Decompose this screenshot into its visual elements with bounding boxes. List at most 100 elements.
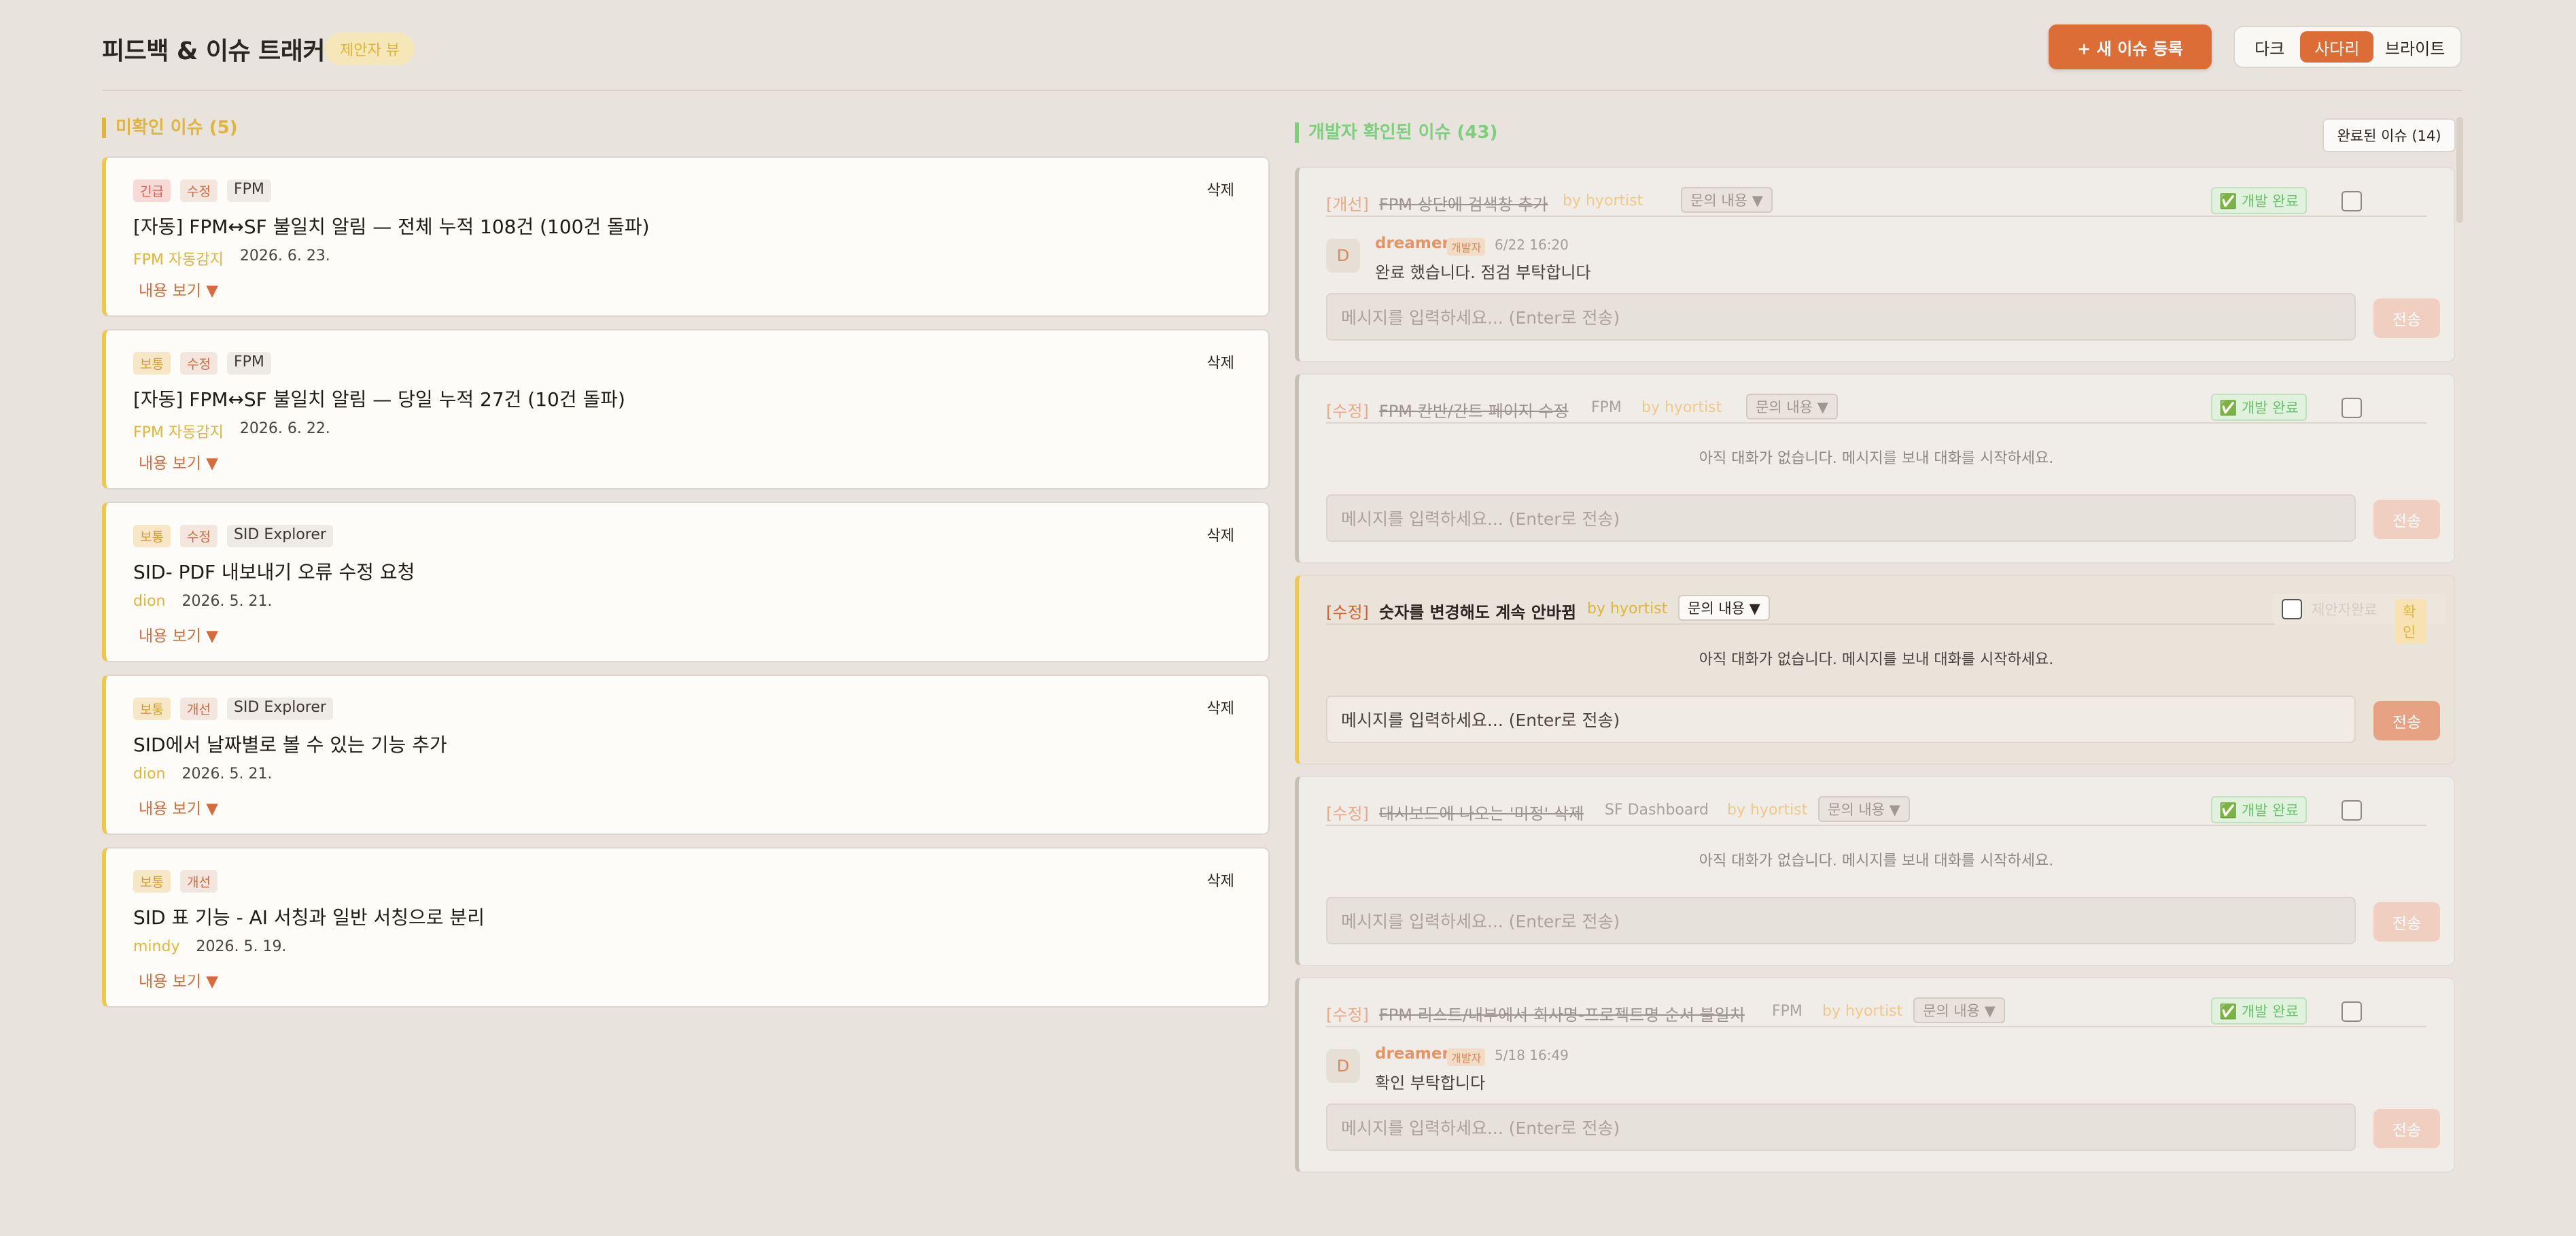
complete-checkbox[interactable]	[2342, 800, 2362, 821]
issue-title: 숫자를 변경해도 계속 안바뀜	[1379, 603, 1577, 622]
complete-checkbox[interactable]	[2342, 398, 2362, 418]
completed-issues-button[interactable]: 완료된 이슈 (14)	[2322, 118, 2456, 152]
show-content-toggle[interactable]: 내용 보기 ▼	[139, 968, 218, 991]
message-author: dreamer	[1375, 1045, 1450, 1063]
issue-date: 2026. 5. 21.	[181, 593, 273, 610]
dev-complete-badge: ✅ 개발 완료	[2211, 997, 2307, 1025]
type-tag: 수정	[179, 352, 217, 375]
issue-title: SID에서 날짜별로 볼 수 있는 기능 추가	[133, 734, 447, 756]
message-input[interactable]: 메시지를 입력하세요... (Enter로 전송)	[1326, 1103, 2356, 1151]
issue-card: 긴급 수정 FPM [자동] FPM↔SF 불일치 알림 — 전체 누적 108…	[102, 156, 1270, 317]
priority-tag: 긴급	[133, 179, 171, 202]
send-button[interactable]: 전송	[2373, 701, 2440, 740]
requester-complete-checkbox[interactable]	[2282, 599, 2302, 619]
message-time: 6/22 16:20	[1495, 237, 1569, 253]
type-tag: 개선	[179, 698, 217, 720]
show-content-toggle[interactable]: 내용 보기 ▼	[139, 277, 218, 301]
issue-card: 보통 수정 SID Explorer SID- PDF 내보내기 오류 수정 요…	[102, 502, 1270, 662]
role-badge: 개발자	[1447, 1048, 1486, 1066]
issue-type: [수정]	[1326, 804, 1369, 823]
complete-checkbox[interactable]	[2342, 1001, 2362, 1022]
message-input[interactable]: 메시지를 입력하세요... (Enter로 전송)	[1326, 293, 2356, 341]
issue-card: 보통 수정 FPM [자동] FPM↔SF 불일치 알림 — 당일 누적 27건…	[102, 329, 1270, 490]
scrollbar-thumb[interactable]	[2456, 117, 2463, 223]
theme-bright-button[interactable]: 브라이트	[2373, 31, 2456, 63]
issue-card: 보통 개선 SID 표 기능 - AI 서칭과 일반 서칭으로 분리 mindy…	[102, 847, 1270, 1008]
priority-tag: 보통	[133, 525, 171, 547]
inquiry-toggle[interactable]: 문의 내용 ▼	[1818, 796, 1910, 822]
empty-chat-text: 아직 대화가 없습니다. 메시지를 보내 대화를 시작하세요.	[1699, 853, 2054, 870]
unconfirmed-issues-heading: 미확인 이슈 (5)	[102, 118, 238, 138]
issue-project: FPM	[1591, 399, 1622, 416]
empty-chat-text: 아직 대화가 없습니다. 메시지를 보내 대화를 시작하세요.	[1699, 651, 2054, 668]
show-content-toggle[interactable]: 내용 보기 ▼	[139, 450, 218, 473]
issue-reporter: by hyortist	[1641, 399, 1722, 416]
issue-project: FPM	[1772, 1003, 1803, 1020]
message-text: 완료 했습니다. 점검 부탁합니다	[1375, 263, 1591, 282]
chat-message: D dreamer 개발자 5/18 16:49 확인 부탁합니다	[1326, 1042, 2426, 1097]
show-content-toggle[interactable]: 내용 보기 ▼	[139, 795, 218, 819]
inquiry-toggle[interactable]: 문의 내용 ▼	[1913, 997, 2005, 1023]
confirmed-issue-list: [개선] FPM 상단에 검색창 추가 by hyortist 문의 내용 ▼ …	[1295, 167, 2455, 1236]
issue-reporter: by hyortist	[1822, 1003, 1903, 1020]
issue-type: [개선]	[1326, 195, 1369, 214]
issue-project: SF Dashboard	[1605, 802, 1709, 819]
send-button[interactable]: 전송	[2373, 298, 2440, 338]
issue-title: [자동] FPM↔SF 불일치 알림 — 당일 누적 27건 (10건 돌파)	[133, 388, 625, 411]
delete-button[interactable]: 삭제	[1207, 178, 1234, 200]
project-tag: FPM	[226, 352, 271, 375]
issue-author: dion	[133, 593, 166, 610]
issue-title: SID 표 기능 - AI 서칭과 일반 서칭으로 분리	[133, 906, 485, 929]
issue-title: SID- PDF 내보내기 오류 수정 요청	[133, 561, 415, 583]
inquiry-toggle[interactable]: 문의 내용 ▼	[1681, 187, 1773, 213]
send-button[interactable]: 전송	[2373, 1109, 2440, 1148]
avatar: D	[1326, 1049, 1360, 1083]
requester-complete-label: 제안자완료	[2312, 602, 2378, 618]
new-issue-button[interactable]: + 새 이슈 등록	[2049, 24, 2212, 69]
avatar: D	[1326, 239, 1360, 273]
theme-ladder-button[interactable]: 사다리	[2300, 31, 2374, 63]
inquiry-toggle[interactable]: 문의 내용 ▼	[1678, 595, 1770, 621]
type-tag: 수정	[179, 179, 217, 202]
empty-chat-text: 아직 대화가 없습니다. 메시지를 보내 대화를 시작하세요.	[1699, 450, 2054, 467]
message-input[interactable]: 메시지를 입력하세요... (Enter로 전송)	[1326, 494, 2356, 542]
issue-author: dion	[133, 766, 166, 783]
issue-reporter: by hyortist	[1727, 802, 1808, 819]
delete-button[interactable]: 삭제	[1207, 351, 1234, 373]
delete-button[interactable]: 삭제	[1207, 869, 1234, 891]
role-badge: 개발자	[1447, 238, 1486, 256]
message-input[interactable]: 메시지를 입력하세요... (Enter로 전송)	[1326, 696, 2356, 743]
issue-reporter: by hyortist	[1563, 192, 1643, 209]
theme-dark-button[interactable]: 다크	[2239, 31, 2300, 63]
issue-date: 2026. 5. 19.	[196, 938, 287, 955]
confirmed-issue: [수정] FPM 리스트/내부에서 회사명-프로젝트명 순서 불일치 FPM b…	[1295, 977, 2455, 1173]
view-badge: 제안자 뷰	[325, 33, 415, 65]
complete-checkbox[interactable]	[2342, 191, 2362, 211]
dev-complete-badge: ✅ 개발 완료	[2211, 187, 2307, 214]
priority-tag: 보통	[133, 698, 171, 720]
app-header: 피드백 & 이슈 트래커 제안자 뷰 + 새 이슈 등록 다크 사다리 브라이트	[102, 20, 2462, 91]
type-tag: 수정	[179, 525, 217, 547]
project-tag: FPM	[226, 179, 271, 202]
issue-type: [수정]	[1326, 603, 1369, 622]
inquiry-toggle[interactable]: 문의 내용 ▼	[1746, 394, 1838, 419]
confirmed-issues-heading: 개발자 확인된 이슈 (43)	[1295, 122, 1497, 143]
priority-tag: 보통	[133, 870, 171, 893]
confirmed-issue: [수정] FPM 칸반/간트 페이지 수정 FPM by hyortist 문의…	[1295, 373, 2455, 564]
issue-title: FPM 상단에 검색창 추가	[1379, 195, 1548, 214]
send-button[interactable]: 전송	[2373, 500, 2440, 539]
message-input[interactable]: 메시지를 입력하세요... (Enter로 전송)	[1326, 897, 2356, 944]
issue-author: FPM 자동감지	[133, 252, 224, 269]
delete-button[interactable]: 삭제	[1207, 696, 1234, 718]
issue-title: 대시보드에 나오는 '미정' 삭제	[1379, 804, 1584, 823]
issue-date: 2026. 6. 22.	[239, 420, 330, 437]
type-tag: 개선	[179, 870, 217, 893]
delete-button[interactable]: 삭제	[1207, 523, 1234, 545]
issue-date: 2026. 6. 23.	[239, 247, 330, 264]
issue-reporter: by hyortist	[1587, 600, 1668, 617]
show-content-toggle[interactable]: 내용 보기 ▼	[139, 623, 218, 646]
send-button[interactable]: 전송	[2373, 902, 2440, 942]
dev-complete-badge: ✅ 개발 완료	[2211, 394, 2307, 421]
unconfirmed-issue-list: 긴급 수정 FPM [자동] FPM↔SF 불일치 알림 — 전체 누적 108…	[102, 156, 1270, 1020]
issue-type: [수정]	[1326, 1006, 1369, 1025]
